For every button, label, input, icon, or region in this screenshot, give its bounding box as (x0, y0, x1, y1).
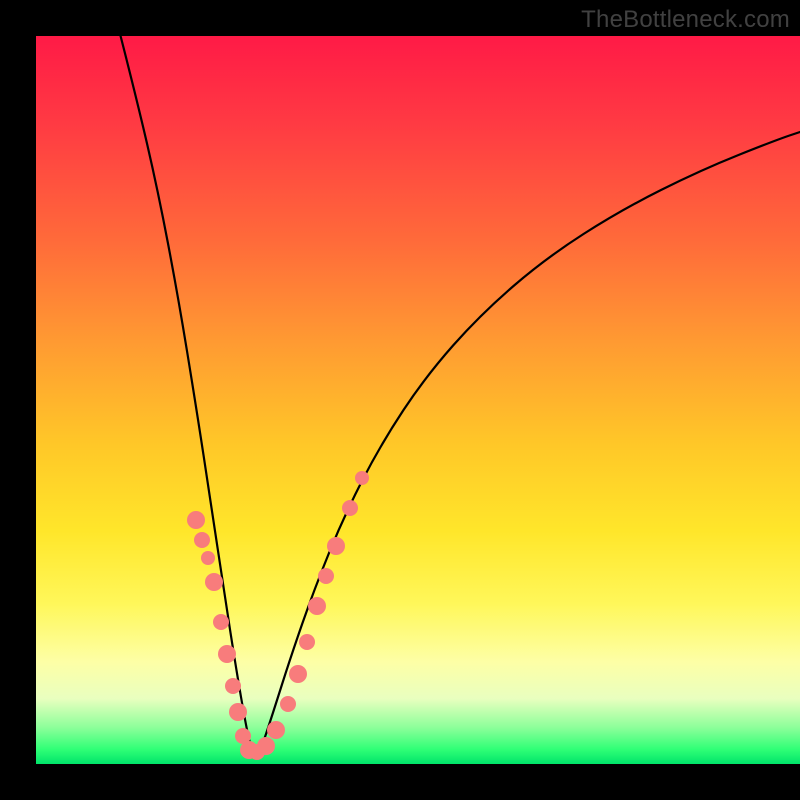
marker-dot (342, 500, 358, 516)
v-curve-path (118, 26, 800, 752)
plot-area (36, 36, 800, 764)
marker-dot (225, 678, 241, 694)
marker-dot (280, 696, 296, 712)
marker-dot (257, 737, 275, 755)
marker-dot (201, 551, 215, 565)
marker-dot (205, 573, 223, 591)
marker-dot (355, 471, 369, 485)
marker-dot (187, 511, 205, 529)
marker-dot (194, 532, 210, 548)
marker-dot (267, 721, 285, 739)
chart-svg (36, 36, 800, 764)
marker-dot (289, 665, 307, 683)
marker-dot (308, 597, 326, 615)
chart-canvas: TheBottleneck.com (0, 0, 800, 800)
marker-dot (318, 568, 334, 584)
attribution-text: TheBottleneck.com (581, 6, 790, 34)
marker-dot (299, 634, 315, 650)
marker-dot (229, 703, 247, 721)
dots-layer (187, 471, 369, 760)
marker-dot (218, 645, 236, 663)
marker-dot (213, 614, 229, 630)
marker-dot (327, 537, 345, 555)
